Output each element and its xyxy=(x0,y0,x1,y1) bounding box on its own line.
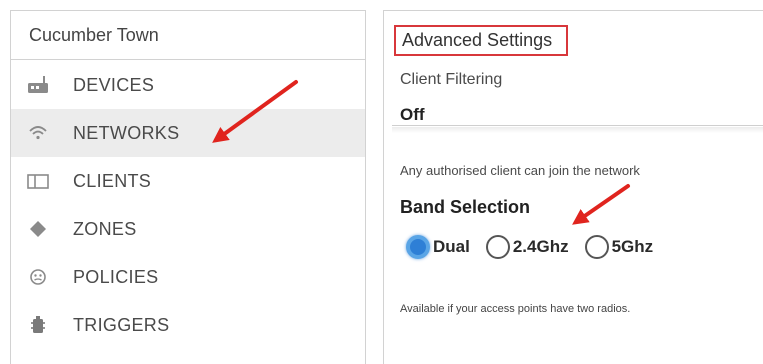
band-option-label: 5Ghz xyxy=(611,237,654,256)
nav-item-label: DEVICES xyxy=(73,74,155,95)
nav-item-networks[interactable]: NETWORKS xyxy=(11,109,365,157)
advanced-settings-panel: Advanced Settings Client Filtering Off A… xyxy=(383,10,763,364)
band-selection-label: Band Selection xyxy=(400,197,531,217)
radio-selected-icon[interactable] xyxy=(406,235,430,259)
nav-item-label: POLICIES xyxy=(73,266,159,287)
nav-item-label: ZONES xyxy=(73,218,137,239)
band-option-label: 2.4Ghz xyxy=(512,237,569,256)
radio-unselected-icon[interactable] xyxy=(485,235,510,259)
clients-icon xyxy=(11,170,69,192)
zones-diamond-icon xyxy=(11,218,69,240)
site-name[interactable]: Cucumber Town xyxy=(11,11,365,60)
wifi-icon xyxy=(11,122,69,144)
policies-icon xyxy=(11,266,69,288)
client-filtering-description: Any authorised client can join the netwo… xyxy=(400,163,640,178)
band-option-dual[interactable]: Dual xyxy=(406,235,470,259)
nav-list: DEVICES NETWORKS CLIENTS ZONES POLICIES … xyxy=(11,61,365,349)
client-filtering-label: Client Filtering xyxy=(400,71,503,88)
nav-item-clients[interactable]: CLIENTS xyxy=(11,157,365,205)
band-selection-note: Available if your access points have two… xyxy=(400,303,631,315)
triggers-icon xyxy=(11,314,69,336)
nav-item-label: NETWORKS xyxy=(73,122,180,143)
sidebar: Cucumber Town DEVICES NETWORKS CLIENTS Z… xyxy=(10,10,366,364)
nav-item-label: CLIENTS xyxy=(73,170,152,191)
band-option-label: Dual xyxy=(433,237,470,256)
radio-unselected-icon[interactable] xyxy=(584,235,609,259)
nav-item-zones[interactable]: ZONES xyxy=(11,205,365,253)
nav-item-label: TRIGGERS xyxy=(73,314,170,335)
client-filtering-value[interactable]: Off xyxy=(400,105,425,125)
advanced-settings-title[interactable]: Advanced Settings xyxy=(394,25,569,56)
device-icon xyxy=(11,74,69,96)
band-option-2-4ghz[interactable]: 2.4Ghz xyxy=(485,235,569,259)
band-option-5ghz[interactable]: 5Ghz xyxy=(584,235,654,259)
nav-item-policies[interactable]: POLICIES xyxy=(11,253,365,301)
nav-item-triggers[interactable]: TRIGGERS xyxy=(11,301,365,349)
nav-item-devices[interactable]: DEVICES xyxy=(11,61,365,109)
client-filtering-divider xyxy=(392,125,763,133)
band-selection-radio-group: Dual 2.4Ghz 5Ghz xyxy=(406,235,669,259)
